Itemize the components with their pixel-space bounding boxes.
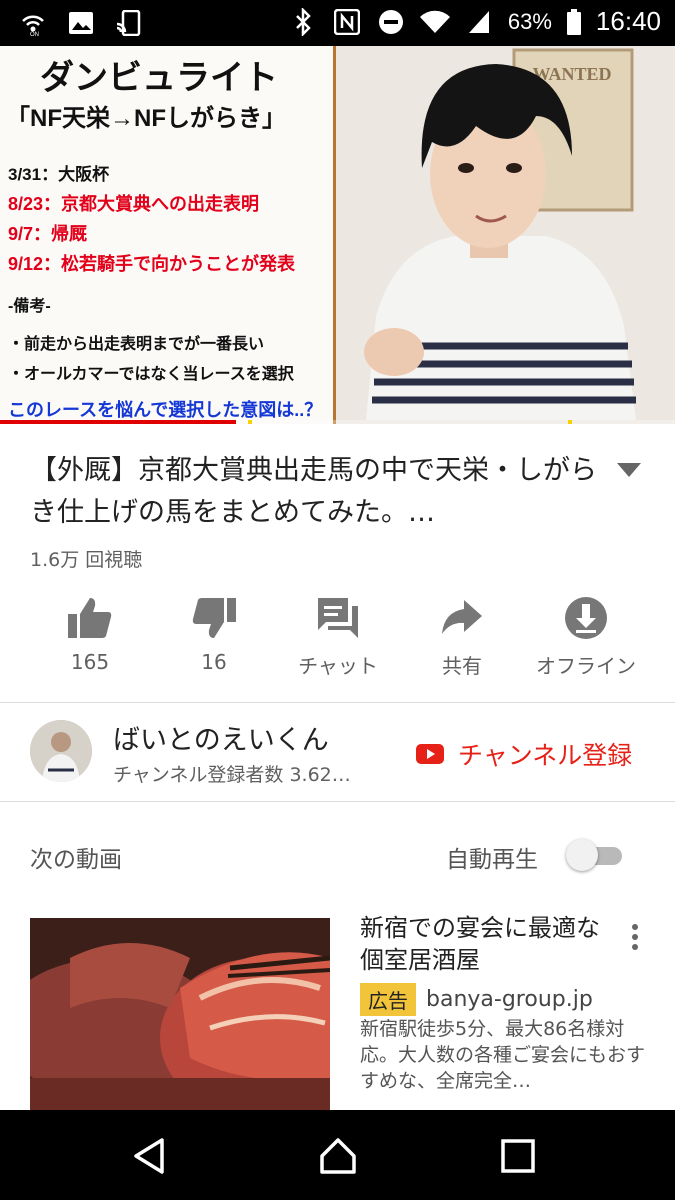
battery-percent: 63% <box>507 8 552 34</box>
dislike-count: 16 <box>201 650 227 674</box>
subscribe-button[interactable]: チャンネル登録 <box>416 736 632 772</box>
like-count: 165 <box>70 650 110 674</box>
board-line: 9/7：帰厩 <box>8 224 88 244</box>
ad-badge: 広告 <box>360 983 416 1016</box>
wifi-icon <box>419 7 450 37</box>
action-bar: 165 16 チャット 共有 オフライン <box>28 594 648 684</box>
ad-url[interactable]: banya-group.jp <box>426 987 593 1012</box>
expand-description-icon[interactable] <box>616 462 642 478</box>
ad-meta-row: 広告 banya-group.jp <box>360 983 593 1016</box>
clock-time: 16:40 <box>595 6 661 36</box>
board-line: 9/12：松若騎手で向かうことが発表 <box>8 254 296 274</box>
thumbs-down-icon <box>192 598 236 638</box>
chat-button[interactable]: チャット <box>276 594 400 684</box>
dislike-button[interactable]: 16 <box>152 594 276 684</box>
toggle-knob <box>566 839 598 871</box>
offline-button[interactable]: オフライン <box>524 594 648 684</box>
board-line: 3/31：大阪杯 <box>8 165 110 184</box>
home-icon[interactable] <box>318 1136 358 1176</box>
autoplay-toggle[interactable] <box>566 839 622 871</box>
video-title: 【外厩】京都大賞典出走馬の中で天栄・しがらき仕上げの馬をまとめてみた。… <box>30 455 597 528</box>
ad-marker <box>568 420 572 424</box>
board-line: ・オールカマーではなく当レースを選択 <box>8 366 294 383</box>
do-not-disturb-icon <box>376 7 406 37</box>
channel-avatar[interactable] <box>30 720 92 782</box>
share-label: 共有 <box>442 654 482 678</box>
divider <box>0 801 675 802</box>
thumbs-up-icon <box>68 598 112 638</box>
download-icon <box>565 597 607 639</box>
autoplay-label: 自動再生 <box>446 847 538 873</box>
ad-marker <box>248 420 252 424</box>
divider <box>0 702 675 703</box>
offline-label: オフライン <box>536 654 636 678</box>
back-icon[interactable] <box>130 1136 170 1176</box>
recents-icon[interactable] <box>498 1136 538 1176</box>
board-line: このレースを悩んで選択した意図は..？ <box>8 400 323 420</box>
more-options-icon[interactable] <box>626 922 644 952</box>
signal-icon <box>464 7 494 37</box>
share-icon <box>442 600 482 634</box>
video-title-area[interactable]: 【外厩】京都大賞典出走馬の中で天栄・しがらき仕上げの馬をまとめてみた。… <box>30 450 620 534</box>
board-line: ・前走から出走表明までが一番長い <box>8 336 265 353</box>
chat-label: チャット <box>298 654 378 678</box>
bluetooth-icon <box>288 7 318 37</box>
share-button[interactable]: 共有 <box>400 594 524 684</box>
subscriber-count: チャンネル登録者数 3.62… <box>113 764 351 786</box>
view-count: 1.6万 回視聴 <box>30 549 143 571</box>
chat-icon <box>318 598 358 638</box>
ad-description: 新宿駅徒歩5分、最大86名様対応。大人数の各種ご宴会にもおすすめな、全席完全… <box>360 1018 646 1092</box>
like-button[interactable]: 165 <box>28 594 152 684</box>
youtube-play-icon <box>416 744 444 764</box>
nfc-icon <box>332 7 362 37</box>
board-line: 8/23：京都大賞典への出走表明 <box>8 194 260 214</box>
subscribe-label: チャンネル登録 <box>458 741 633 770</box>
battery-icon <box>566 7 582 37</box>
board-subtitle: 「NF天栄→NFしがらき」 <box>6 105 286 132</box>
image-icon <box>66 8 96 38</box>
channel-name[interactable]: ばいとのえいくん <box>113 718 329 757</box>
ad-title[interactable]: 新宿での宴会に最適な個室居酒屋 <box>360 912 620 976</box>
svg-text:ON: ON <box>30 32 39 37</box>
presenter-image: WANTED <box>336 46 675 420</box>
wifi-calling-icon: ON <box>18 8 48 38</box>
board-line: -備考- <box>8 298 51 315</box>
video-player[interactable]: ダンビュライト 「NF天栄→NFしがらき」 3/31：大阪杯 8/23：京都大賞… <box>0 46 675 424</box>
video-whiteboard: ダンビュライト 「NF天栄→NFしがらき」 3/31：大阪杯 8/23：京都大賞… <box>0 46 336 424</box>
status-bar: ON 63% 16:40 <box>0 0 675 46</box>
system-nav-bar <box>0 1110 675 1200</box>
ad-thumbnail[interactable] <box>30 918 330 1110</box>
board-title: ダンビュライト <box>40 59 278 97</box>
up-next-label: 次の動画 <box>30 847 122 873</box>
progress-bar[interactable] <box>0 420 237 424</box>
cast-icon <box>114 8 144 38</box>
